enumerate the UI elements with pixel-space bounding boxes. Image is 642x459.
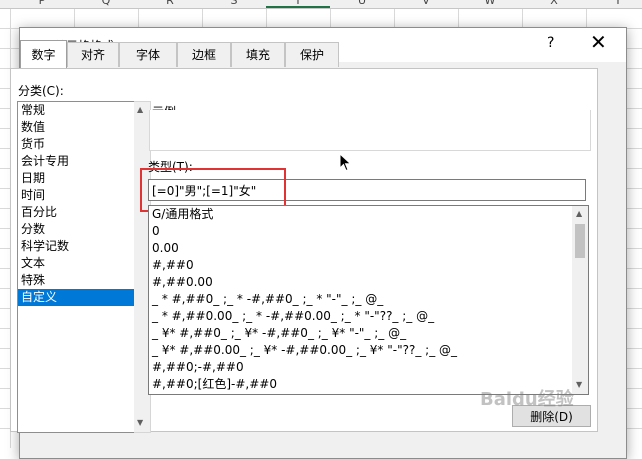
column-header-selected[interactable]: T [266,0,330,8]
column-header[interactable]: S [202,0,266,7]
help-button[interactable]: ? [547,35,554,51]
category-item[interactable]: 常规 [18,102,135,119]
column-header[interactable]: Y [586,0,642,7]
tab-number[interactable]: 数字 [20,40,67,68]
mouse-pointer-icon [339,153,352,172]
column-header[interactable]: R [138,0,202,7]
category-item[interactable]: 科学记数 [18,238,135,255]
scroll-down-icon[interactable]: ▼ [576,380,582,389]
tab-border[interactable]: 边框 [177,42,231,67]
format-item[interactable]: _ * #,##0.00_ ;_ * -#,##0.00_ ;_ * "-"??… [149,308,573,325]
category-item[interactable]: 分数 [18,221,135,238]
tab-alignment[interactable]: 对齐 [67,42,119,67]
format-item[interactable]: 0.00 [149,240,573,257]
format-item[interactable]: G/通用格式 [149,206,573,223]
category-label: 分类(C): [18,84,64,98]
category-list[interactable]: 常规 数值 货币 会计专用 日期 时间 百分比 分数 科学记数 文本 特殊 自定… [17,101,136,433]
category-item[interactable]: 时间 [18,187,135,204]
format-item[interactable]: 0 [149,223,573,240]
format-item[interactable]: _ ¥* #,##0.00_ ;_ ¥* -#,##0.00_ ;_ ¥* "-… [149,342,573,359]
format-item[interactable]: #,##0 [149,257,573,274]
column-header[interactable]: V [394,0,458,7]
scroll-up-icon[interactable]: ▲ [576,209,582,218]
format-item[interactable]: #,##0.00 [149,274,573,291]
column-header[interactable]: X [522,0,586,7]
scroll-thumb[interactable] [575,224,585,258]
format-item[interactable]: _ ¥* #,##0_ ;_ ¥* -#,##0_ ;_ ¥* "-"_ ;_ … [149,325,573,342]
column-header[interactable]: P [10,0,74,7]
category-item[interactable]: 特殊 [18,272,135,289]
category-item-selected[interactable]: 自定义 [18,289,135,306]
category-item[interactable]: 会计专用 [18,153,135,170]
column-header[interactable]: Q [74,0,138,7]
category-item[interactable]: 文本 [18,255,135,272]
format-list[interactable]: G/通用格式 0 0.00 #,##0 #,##0.00 _ * #,##0_ … [148,205,574,395]
category-item[interactable]: 日期 [18,170,135,187]
watermark: Baidu经验 [480,389,574,410]
column-header[interactable]: U [330,0,394,7]
format-item[interactable]: #,##0;-#,##0 [149,359,573,376]
tab-fill[interactable]: 填充 [231,42,285,67]
tab-font[interactable]: 字体 [119,42,177,67]
category-item[interactable]: 百分比 [18,204,135,221]
type-label: 类型(T): [148,160,193,174]
category-item[interactable]: 数值 [18,119,135,136]
category-item[interactable]: 货币 [18,136,135,153]
column-header[interactable]: W [458,0,522,7]
sample-preview [149,110,591,151]
close-button[interactable]: ✕ [590,32,607,52]
tab-protection[interactable]: 保护 [285,42,339,67]
type-input[interactable] [148,179,586,201]
scroll-down-icon[interactable]: ▼ [137,418,143,427]
scroll-up-icon[interactable]: ▲ [137,105,143,114]
format-scrollbar[interactable]: ▲ ▼ [572,205,589,395]
format-item[interactable]: _ * #,##0_ ;_ * -#,##0_ ;_ * "-"_ ;_ @_ [149,291,573,308]
column-headers: P Q R S T U V W X Y [0,0,642,9]
